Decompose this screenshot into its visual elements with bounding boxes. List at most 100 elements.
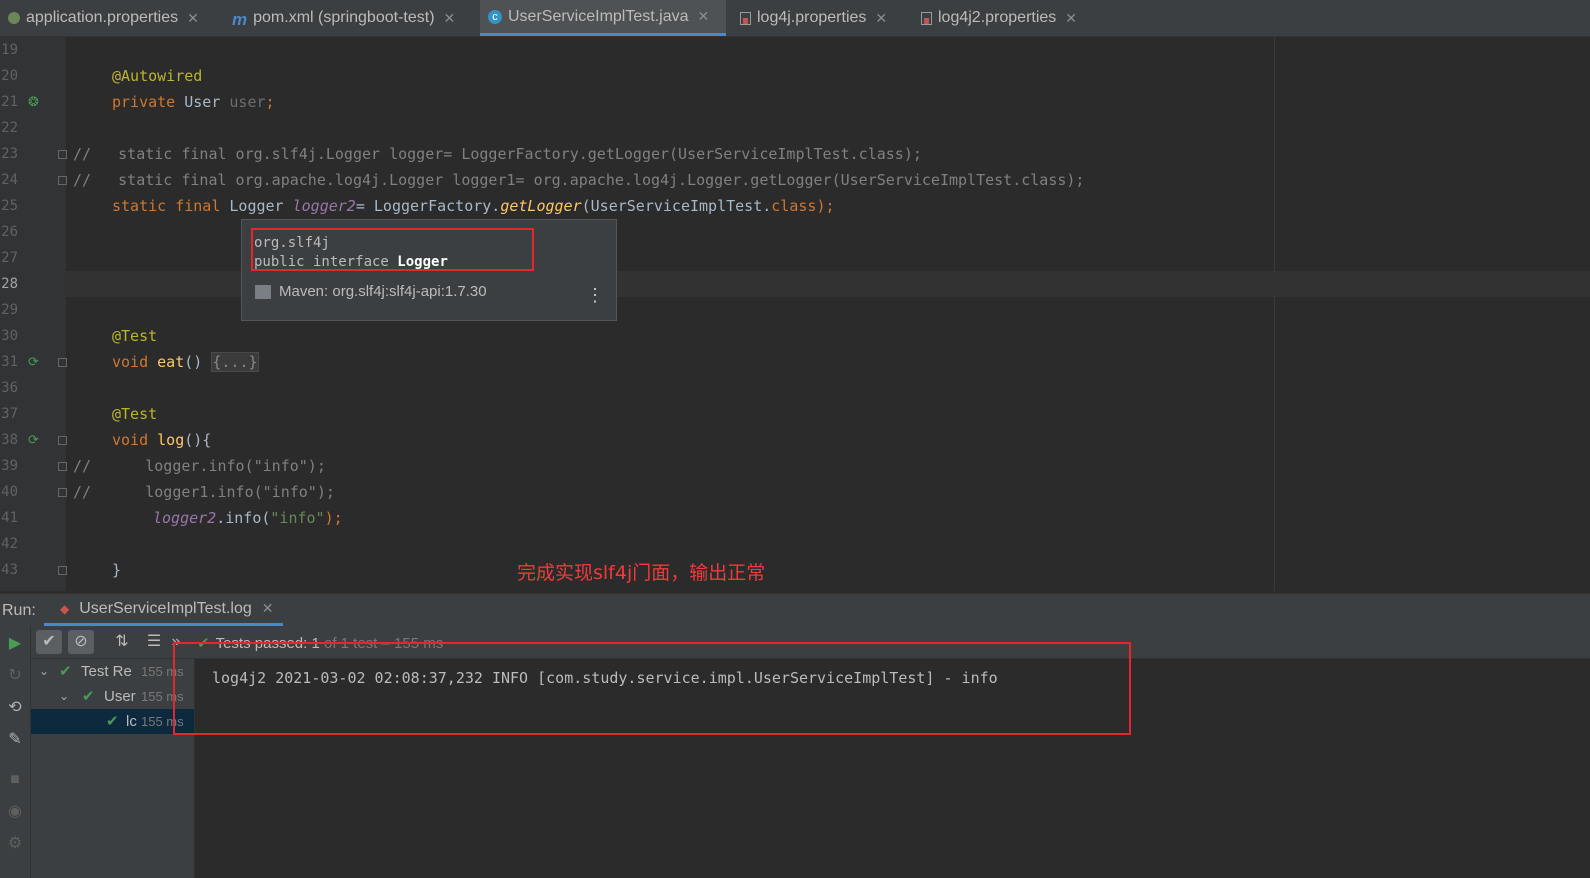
sort-alphabetically-icon[interactable]: ⇅ [109, 630, 135, 654]
java-class-icon: c [488, 9, 502, 24]
line-number: 38 [1, 432, 18, 448]
line-number: 31 [1, 354, 18, 370]
code-editor[interactable]: 19 20 @Autowired 21 ❂ private User user;… [0, 37, 1590, 591]
code-text: } [112, 561, 122, 579]
line-number: 24 [1, 172, 18, 188]
close-icon[interactable]: ✕ [1065, 10, 1077, 27]
tab-label: log4j.properties [757, 9, 867, 26]
code-line: 21 ❂ private User user; [0, 89, 1590, 115]
line-number: 30 [1, 328, 18, 344]
code-line: 41 logger2.info("info"); [0, 505, 1590, 531]
show-ignored-icon[interactable]: ⊘ [68, 630, 94, 654]
line-number: 37 [1, 406, 18, 422]
line-number: 43 [1, 562, 18, 578]
commented-code: // logger.info("info"); [73, 457, 326, 475]
code-text: private User user; [112, 93, 275, 111]
tab-userserviceimpltest-java[interactable]: c UserServiceImplTest.java ✕ [480, 0, 726, 36]
library-icon [255, 284, 271, 299]
fold-marker-icon[interactable] [58, 462, 67, 471]
run-tab-label: UserServiceImplTest.log [79, 599, 252, 617]
stop-icon[interactable]: ■ [5, 770, 25, 790]
run-test-icon[interactable]: ⟳ [28, 355, 42, 369]
doc-library-info: Maven: org.slf4j:slf4j-api:1.7.30 [255, 283, 487, 300]
line-number: 36 [1, 380, 18, 396]
code-line: 20 @Autowired [0, 63, 1590, 89]
close-icon[interactable]: ✕ [444, 10, 456, 27]
line-number: 26 [1, 224, 18, 240]
code-line: 42 [0, 531, 1590, 557]
line-number: 40 [1, 484, 18, 500]
commented-code: // logger1.info("info"); [73, 483, 335, 501]
properties-file-icon [740, 11, 751, 25]
fold-marker-icon[interactable] [58, 358, 67, 367]
tree-item-label: Test Re [81, 663, 132, 680]
maven-icon: m [232, 10, 248, 29]
line-number: 23 [1, 146, 18, 162]
check-icon: ✔ [106, 713, 119, 730]
fold-marker-icon[interactable] [58, 566, 67, 575]
close-icon[interactable]: ✕ [187, 10, 199, 27]
highlight-box [173, 642, 1131, 735]
code-line: 40 // logger1.info("info"); [0, 479, 1590, 505]
chevron-down-icon[interactable]: ⌄ [39, 659, 49, 684]
show-passed-icon[interactable]: ✔ [36, 630, 62, 654]
chevron-down-icon[interactable]: ⌄ [59, 684, 69, 709]
code-line: 28 [0, 271, 1590, 297]
code-line: 19 [0, 37, 1590, 63]
annotation-test: @Test [112, 327, 158, 345]
code-line: 37 @Test [0, 401, 1590, 427]
annotation-test: @Test [112, 405, 158, 423]
code-line: 27 [0, 245, 1590, 271]
annotation-note: 完成实现slf4j门面，输出正常 [517, 562, 766, 584]
rerun-failed-icon[interactable]: ↻ [5, 666, 25, 686]
run-icon[interactable]: ▶ [5, 634, 25, 654]
fold-marker-icon[interactable] [58, 150, 67, 159]
run-tab[interactable]: ◆ UserServiceImplTest.log ✕ [44, 594, 284, 626]
fold-marker-icon[interactable] [58, 488, 67, 497]
code-line: 23 // static final org.slf4j.Logger logg… [0, 141, 1590, 167]
tree-item-log-test[interactable]: ✔ lc 155 ms [31, 709, 194, 734]
tab-application-properties[interactable]: application.properties ✕ [0, 0, 199, 36]
bean-navigate-icon[interactable]: ❂ [28, 95, 42, 109]
settings-wrench-icon[interactable]: ✎ [5, 730, 25, 750]
line-number: 39 [1, 458, 18, 474]
code-line: 29 [0, 297, 1590, 323]
tab-log4j2-properties[interactable]: log4j2.properties ✕ [917, 0, 1077, 36]
code-text: logger2.info("info"); [153, 509, 343, 527]
spring-config-icon [8, 12, 20, 24]
line-number: 21 [1, 94, 18, 110]
close-icon[interactable]: ✕ [698, 8, 710, 25]
line-number: 41 [1, 510, 18, 526]
tree-item-label: lc [126, 713, 137, 730]
code-line: 30 @Test [0, 323, 1590, 349]
toggle-auto-test-icon[interactable]: ⟲ [5, 698, 25, 718]
tab-log4j-properties[interactable]: log4j.properties ✕ [736, 0, 887, 36]
tree-item-test-results[interactable]: ⌄ ✔ Test Re 155 ms [31, 659, 194, 684]
tab-label: pom.xml (springboot-test) [253, 9, 435, 26]
code-line: 43 } [0, 557, 1590, 583]
tab-pom-xml[interactable]: m pom.xml (springboot-test) ✕ [226, 0, 455, 36]
fold-marker-icon[interactable] [58, 176, 67, 185]
code-line: 36 [0, 375, 1590, 401]
run-side-toolbar: ▶ ↻ ⟲ ✎ ■ ◉ ⚙ [0, 626, 31, 878]
run-test-icon[interactable]: ⟳ [28, 433, 42, 447]
code-line: 38 ⟳ void log(){ [0, 427, 1590, 453]
line-number: 22 [1, 120, 18, 136]
fold-marker-icon[interactable] [58, 436, 67, 445]
code-line: 26 [0, 219, 1590, 245]
more-vertical-icon[interactable]: ⋮ [586, 286, 604, 304]
tree-item-user-test[interactable]: ⌄ ✔ User 155 ms [31, 684, 194, 709]
annotation-autowired: @Autowired [112, 67, 203, 85]
close-icon[interactable]: ✕ [875, 10, 887, 27]
close-icon[interactable]: ✕ [262, 600, 274, 617]
gear-icon[interactable]: ⚙ [5, 834, 25, 854]
tab-label: UserServiceImplTest.java [508, 7, 689, 25]
sort-by-duration-icon[interactable]: ☰ [141, 630, 167, 654]
camera-icon[interactable]: ◉ [5, 802, 25, 822]
line-number: 25 [1, 198, 18, 214]
code-line: 39 // logger.info("info"); [0, 453, 1590, 479]
code-line: 24 // static final org.apache.log4j.Logg… [0, 167, 1590, 193]
editor-tab-bar: application.properties ✕ m pom.xml (spri… [0, 0, 1590, 37]
tab-label: application.properties [26, 9, 179, 26]
folded-region[interactable]: {...} [211, 352, 259, 372]
